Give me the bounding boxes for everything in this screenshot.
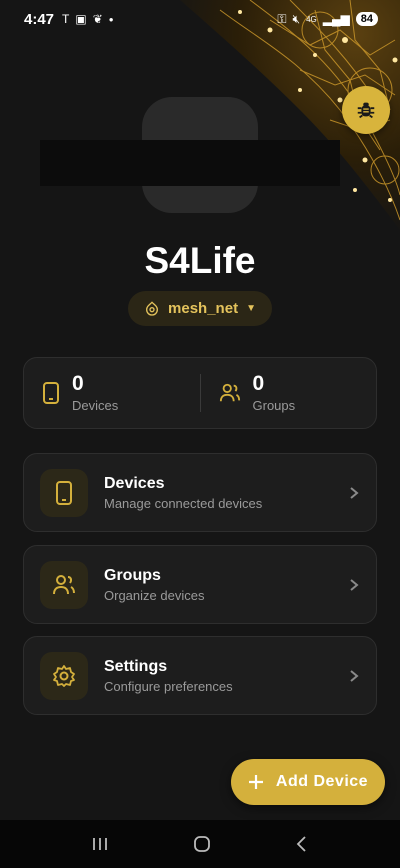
chevron-right-icon bbox=[350, 669, 359, 682]
mute-icon: 🔇︎ bbox=[292, 11, 301, 26]
menu-icon-box bbox=[40, 468, 88, 517]
stat-value: 0 bbox=[72, 372, 84, 395]
signal-icon: ▂▄▆ bbox=[322, 12, 350, 26]
plus-icon bbox=[248, 775, 263, 789]
gear-icon bbox=[53, 664, 75, 687]
tesla-icon: T bbox=[62, 12, 70, 26]
menu-title: Devices bbox=[104, 474, 165, 492]
users-icon bbox=[219, 383, 240, 402]
chevron-right-icon bbox=[350, 486, 359, 499]
menu-title: Settings bbox=[104, 657, 168, 675]
menu-subtitle: Configure preferences bbox=[104, 678, 233, 694]
chevron-down-icon: ▼ bbox=[246, 303, 256, 314]
stat-label: Devices bbox=[72, 398, 119, 413]
back-icon[interactable] bbox=[295, 835, 309, 853]
dot-icon: ● bbox=[108, 14, 114, 24]
bug-icon bbox=[357, 102, 375, 119]
users-icon bbox=[53, 574, 75, 594]
debug-button[interactable] bbox=[342, 86, 390, 134]
key-icon: ⚿ bbox=[277, 11, 287, 26]
network-type: 4G bbox=[306, 14, 317, 24]
status-bar: 4:47 T ▣ ❦ ● ⚿ 🔇︎ 4G ▂▄▆ 84 bbox=[0, 0, 400, 38]
redacted-area bbox=[40, 140, 340, 186]
add-device-button[interactable]: Add Device bbox=[231, 759, 385, 805]
phone-icon bbox=[43, 382, 59, 404]
network-name: mesh_net bbox=[168, 300, 239, 317]
stat-devices: 0 Devices bbox=[24, 373, 200, 413]
network-icon bbox=[146, 300, 159, 316]
chevron-right-icon bbox=[350, 578, 359, 591]
page-title: S4Life bbox=[144, 240, 256, 281]
bird-icon: ❦ bbox=[92, 12, 103, 26]
menu-item-groups[interactable]: Groups Organize devices bbox=[23, 545, 377, 624]
menu-title: Groups bbox=[104, 566, 161, 584]
stat-label: Groups bbox=[252, 398, 296, 413]
menu-icon-box bbox=[40, 560, 88, 609]
stat-value: 0 bbox=[252, 372, 265, 395]
app-screen: 4:47 T ▣ ❦ ● ⚿ 🔇︎ 4G ▂▄▆ 84 S4Life mesh_… bbox=[0, 0, 400, 868]
phone-icon bbox=[56, 480, 72, 505]
status-time: 4:47 bbox=[24, 10, 55, 28]
stats-card: 0 Devices 0 Groups bbox=[23, 357, 377, 429]
battery-icon: 84 bbox=[355, 12, 378, 26]
menu-icon-box bbox=[40, 651, 88, 700]
menu-item-devices[interactable]: Devices Manage connected devices bbox=[23, 453, 377, 532]
network-selector[interactable]: mesh_net ▼ bbox=[128, 291, 272, 326]
menu-item-settings[interactable]: Settings Configure preferences bbox=[23, 636, 377, 715]
add-device-label: Add Device bbox=[275, 773, 369, 790]
screen-record-icon: ▣ bbox=[75, 12, 87, 26]
menu-subtitle: Manage connected devices bbox=[104, 495, 263, 511]
system-nav-bar bbox=[0, 820, 400, 868]
home-icon[interactable] bbox=[192, 834, 212, 854]
menu-subtitle: Organize devices bbox=[104, 587, 205, 603]
stat-groups: 0 Groups bbox=[201, 373, 377, 413]
recents-icon[interactable] bbox=[91, 836, 109, 852]
